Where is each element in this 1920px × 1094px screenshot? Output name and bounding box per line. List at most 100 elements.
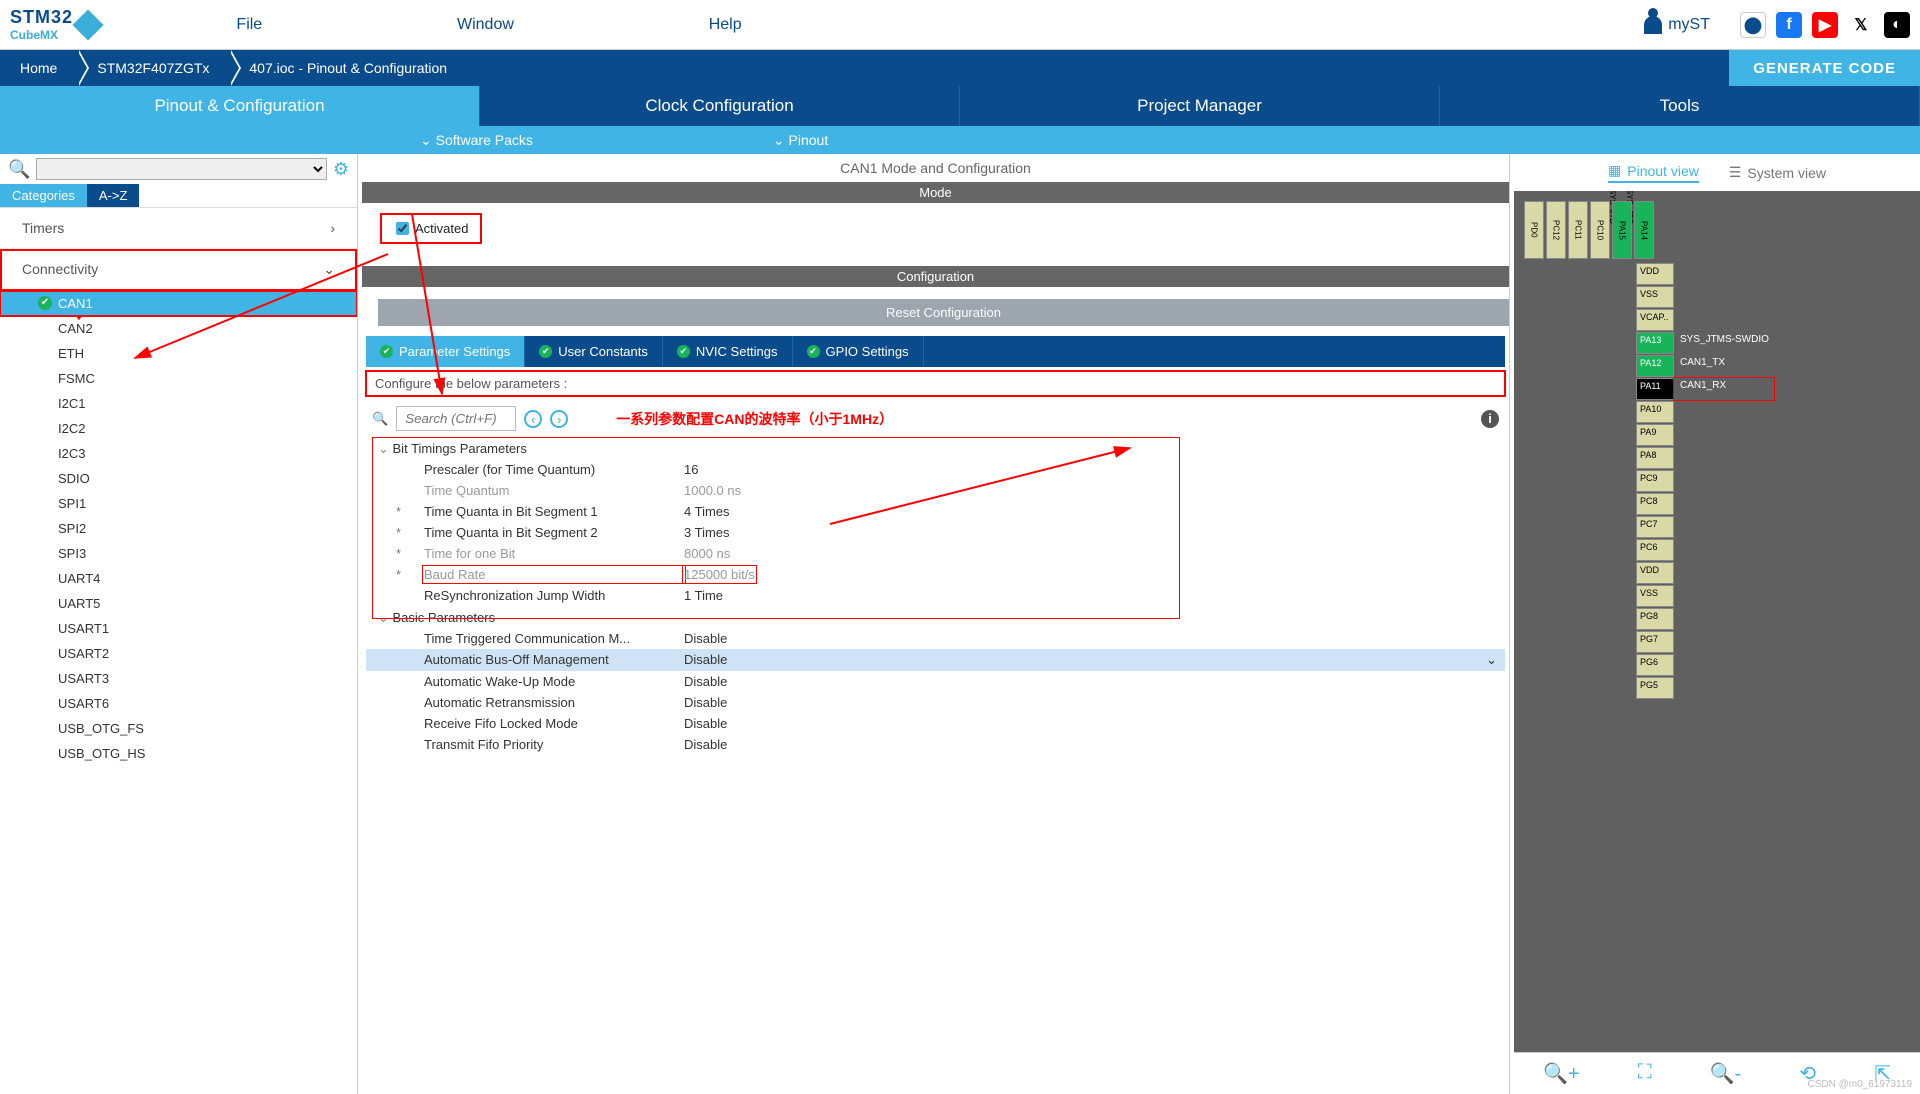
peripheral-item-can2[interactable]: CAN2 bbox=[0, 316, 357, 341]
pin-PG5[interactable]: PG5 bbox=[1636, 677, 1674, 699]
pin-PC9[interactable]: PC9 bbox=[1636, 470, 1674, 492]
gear-icon[interactable]: ⚙ bbox=[333, 159, 349, 180]
pin-PA8[interactable]: PA8 bbox=[1636, 447, 1674, 469]
peripheral-item-usart2[interactable]: USART2 bbox=[0, 641, 357, 666]
pin-PC8[interactable]: PC8 bbox=[1636, 493, 1674, 515]
peripheral-item-i2c2[interactable]: I2C2 bbox=[0, 416, 357, 441]
param-row[interactable]: *Baud Rate125000 bit/s bbox=[366, 564, 1505, 585]
next-icon[interactable]: › bbox=[550, 410, 568, 428]
pin-PA14[interactable]: PA14 bbox=[1634, 201, 1654, 259]
group-bit-timings[interactable]: Bit Timings Parameters bbox=[366, 437, 1505, 459]
param-row[interactable]: Automatic Bus-Off ManagementDisable⌄ bbox=[366, 649, 1505, 671]
menu-file[interactable]: File bbox=[236, 16, 262, 34]
breadcrumb[interactable]: Home bbox=[0, 50, 77, 86]
param-row[interactable]: *Time for one Bit8000 ns bbox=[366, 543, 1505, 564]
pin-VCAP..[interactable]: VCAP.. bbox=[1636, 309, 1674, 331]
peripheral-item-usb_otg_fs[interactable]: USB_OTG_FS bbox=[0, 716, 357, 741]
pin-PG6[interactable]: PG6 bbox=[1636, 654, 1674, 676]
menu-window[interactable]: Window bbox=[457, 16, 514, 34]
pin-PC6[interactable]: PC6 bbox=[1636, 539, 1674, 561]
pin-VDD[interactable]: VDD bbox=[1636, 562, 1674, 584]
system-view-tab[interactable]: ☰ System view bbox=[1729, 162, 1826, 183]
param-row[interactable]: Receive Fifo Locked ModeDisable bbox=[366, 713, 1505, 734]
pin-PA10[interactable]: PA10 bbox=[1636, 401, 1674, 423]
peripheral-item-i2c3[interactable]: I2C3 bbox=[0, 441, 357, 466]
peripheral-item-usart3[interactable]: USART3 bbox=[0, 666, 357, 691]
pin-PC10[interactable]: PC10 bbox=[1590, 201, 1610, 259]
peripheral-search-select[interactable] bbox=[36, 158, 326, 180]
param-row[interactable]: Time Quantum1000.0 ns bbox=[366, 480, 1505, 501]
info-icon[interactable]: i bbox=[1481, 410, 1499, 428]
param-row[interactable]: *Time Quanta in Bit Segment 14 Times bbox=[366, 501, 1505, 522]
pinout-view-tab[interactable]: ▦ Pinout view bbox=[1608, 162, 1699, 183]
group-timers[interactable]: Timers › bbox=[0, 208, 357, 249]
peripheral-item-usart1[interactable]: USART1 bbox=[0, 616, 357, 641]
pin-VDD[interactable]: VDD bbox=[1636, 263, 1674, 285]
pin-PG7[interactable]: PG7 bbox=[1636, 631, 1674, 653]
group-basic-parameters[interactable]: Basic Parameters bbox=[366, 606, 1505, 628]
chip-diagram[interactable]: SYS_JTD SYS_JTC PD0PC12PC11PC10PA15PA14 … bbox=[1514, 191, 1920, 1052]
peripheral-item-i2c1[interactable]: I2C1 bbox=[0, 391, 357, 416]
tab-pinout-configuration[interactable]: Pinout & Configuration bbox=[0, 86, 480, 126]
param-row[interactable]: *Time Quanta in Bit Segment 23 Times bbox=[366, 522, 1505, 543]
peripheral-item-spi3[interactable]: SPI3 bbox=[0, 541, 357, 566]
prev-icon[interactable]: ‹ bbox=[524, 410, 542, 428]
tab-project-manager[interactable]: Project Manager bbox=[960, 86, 1440, 126]
facebook-icon[interactable]: f bbox=[1776, 12, 1802, 38]
x-icon[interactable]: 𝕏 bbox=[1848, 12, 1874, 38]
peripheral-item-usb_otg_hs[interactable]: USB_OTG_HS bbox=[0, 741, 357, 766]
az-tab[interactable]: A->Z bbox=[87, 184, 140, 207]
param-row[interactable]: Prescaler (for Time Quantum)16 bbox=[366, 459, 1505, 480]
pin-PA15[interactable]: PA15 bbox=[1612, 201, 1632, 259]
menu-help[interactable]: Help bbox=[709, 16, 742, 34]
param-row[interactable]: Automatic Wake-Up ModeDisable bbox=[366, 671, 1505, 692]
tab-nvic-settings[interactable]: NVIC Settings bbox=[663, 336, 793, 367]
param-row[interactable]: Time Triggered Communication M...Disable bbox=[366, 628, 1505, 649]
pin-VSS[interactable]: VSS bbox=[1636, 585, 1674, 607]
pin-PA11[interactable]: PA11 bbox=[1636, 378, 1674, 400]
activated-input[interactable] bbox=[396, 222, 409, 235]
tab-parameter-settings[interactable]: Parameter Settings bbox=[366, 336, 525, 367]
generate-code-button[interactable]: GENERATE CODE bbox=[1729, 50, 1920, 86]
pin-PC7[interactable]: PC7 bbox=[1636, 516, 1674, 538]
fit-icon[interactable]: ⛶ bbox=[1638, 1061, 1652, 1086]
pinout-menu[interactable]: Pinout bbox=[773, 132, 828, 149]
peripheral-item-spi2[interactable]: SPI2 bbox=[0, 516, 357, 541]
pin-VSS[interactable]: VSS bbox=[1636, 286, 1674, 308]
peripheral-item-can1[interactable]: CAN1 bbox=[0, 291, 357, 316]
breadcrumb[interactable]: STM32F407ZGTx bbox=[77, 50, 229, 86]
tab-gpio-settings[interactable]: GPIO Settings bbox=[793, 336, 924, 367]
categories-tab[interactable]: Categories bbox=[0, 184, 87, 207]
pin-PC11[interactable]: PC11 bbox=[1568, 201, 1588, 259]
pin-PD0[interactable]: PD0 bbox=[1524, 201, 1544, 259]
github-icon[interactable]: ◐ bbox=[1884, 12, 1910, 38]
st-badge-icon[interactable]: ⬤ bbox=[1740, 12, 1766, 38]
pin-PC12[interactable]: PC12 bbox=[1546, 201, 1566, 259]
zoom-in-icon[interactable]: 🔍+ bbox=[1543, 1061, 1580, 1086]
peripheral-item-eth[interactable]: ETH bbox=[0, 341, 357, 366]
peripheral-item-sdio[interactable]: SDIO bbox=[0, 466, 357, 491]
tab-user-constants[interactable]: User Constants bbox=[525, 336, 663, 367]
parameter-search-input[interactable] bbox=[396, 406, 516, 431]
param-row[interactable]: ReSynchronization Jump Width1 Time bbox=[366, 585, 1505, 606]
pin-PA13[interactable]: PA13 bbox=[1636, 332, 1674, 354]
peripheral-item-spi1[interactable]: SPI1 bbox=[0, 491, 357, 516]
param-row[interactable]: Transmit Fifo PriorityDisable bbox=[366, 734, 1505, 755]
peripheral-item-usart6[interactable]: USART6 bbox=[0, 691, 357, 716]
zoom-out-icon[interactable]: 🔍- bbox=[1710, 1061, 1742, 1086]
software-packs-menu[interactable]: Software Packs bbox=[420, 132, 533, 149]
peripheral-item-uart5[interactable]: UART5 bbox=[0, 591, 357, 616]
breadcrumb[interactable]: 407.ioc - Pinout & Configuration bbox=[229, 50, 467, 86]
myst-button[interactable]: myST bbox=[1644, 16, 1710, 34]
activated-checkbox[interactable]: Activated bbox=[396, 221, 466, 236]
reset-configuration-button[interactable]: Reset Configuration bbox=[378, 299, 1509, 326]
tab-tools[interactable]: Tools bbox=[1440, 86, 1920, 126]
group-connectivity[interactable]: Connectivity ⌄ bbox=[0, 249, 357, 291]
pin-PG8[interactable]: PG8 bbox=[1636, 608, 1674, 630]
pin-PA12[interactable]: PA12 bbox=[1636, 355, 1674, 377]
param-row[interactable]: Automatic RetransmissionDisable bbox=[366, 692, 1505, 713]
tab-clock-configuration[interactable]: Clock Configuration bbox=[480, 86, 960, 126]
youtube-icon[interactable]: ▶ bbox=[1812, 12, 1838, 38]
pin-PA9[interactable]: PA9 bbox=[1636, 424, 1674, 446]
peripheral-item-fsmc[interactable]: FSMC bbox=[0, 366, 357, 391]
